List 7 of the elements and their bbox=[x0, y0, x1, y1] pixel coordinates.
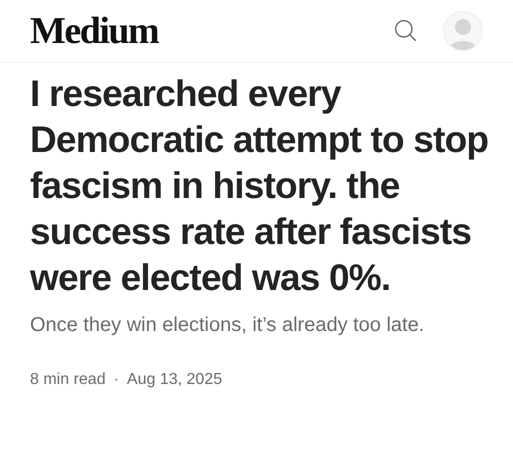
publish-date: Aug 13, 2025 bbox=[126, 371, 222, 389]
search-button[interactable] bbox=[393, 18, 419, 44]
read-time: 8 min read bbox=[30, 371, 106, 389]
article-subtitle: Once they win elections, it’s already too late. bbox=[30, 313, 426, 338]
article-title: I researched every Democratic attempt to stop fascism in history. the success rate after fascists were elected was 0%. bbox=[30, 72, 489, 300]
separator-dot: · bbox=[114, 371, 119, 389]
medium-logo[interactable]: Medium bbox=[30, 12, 393, 50]
